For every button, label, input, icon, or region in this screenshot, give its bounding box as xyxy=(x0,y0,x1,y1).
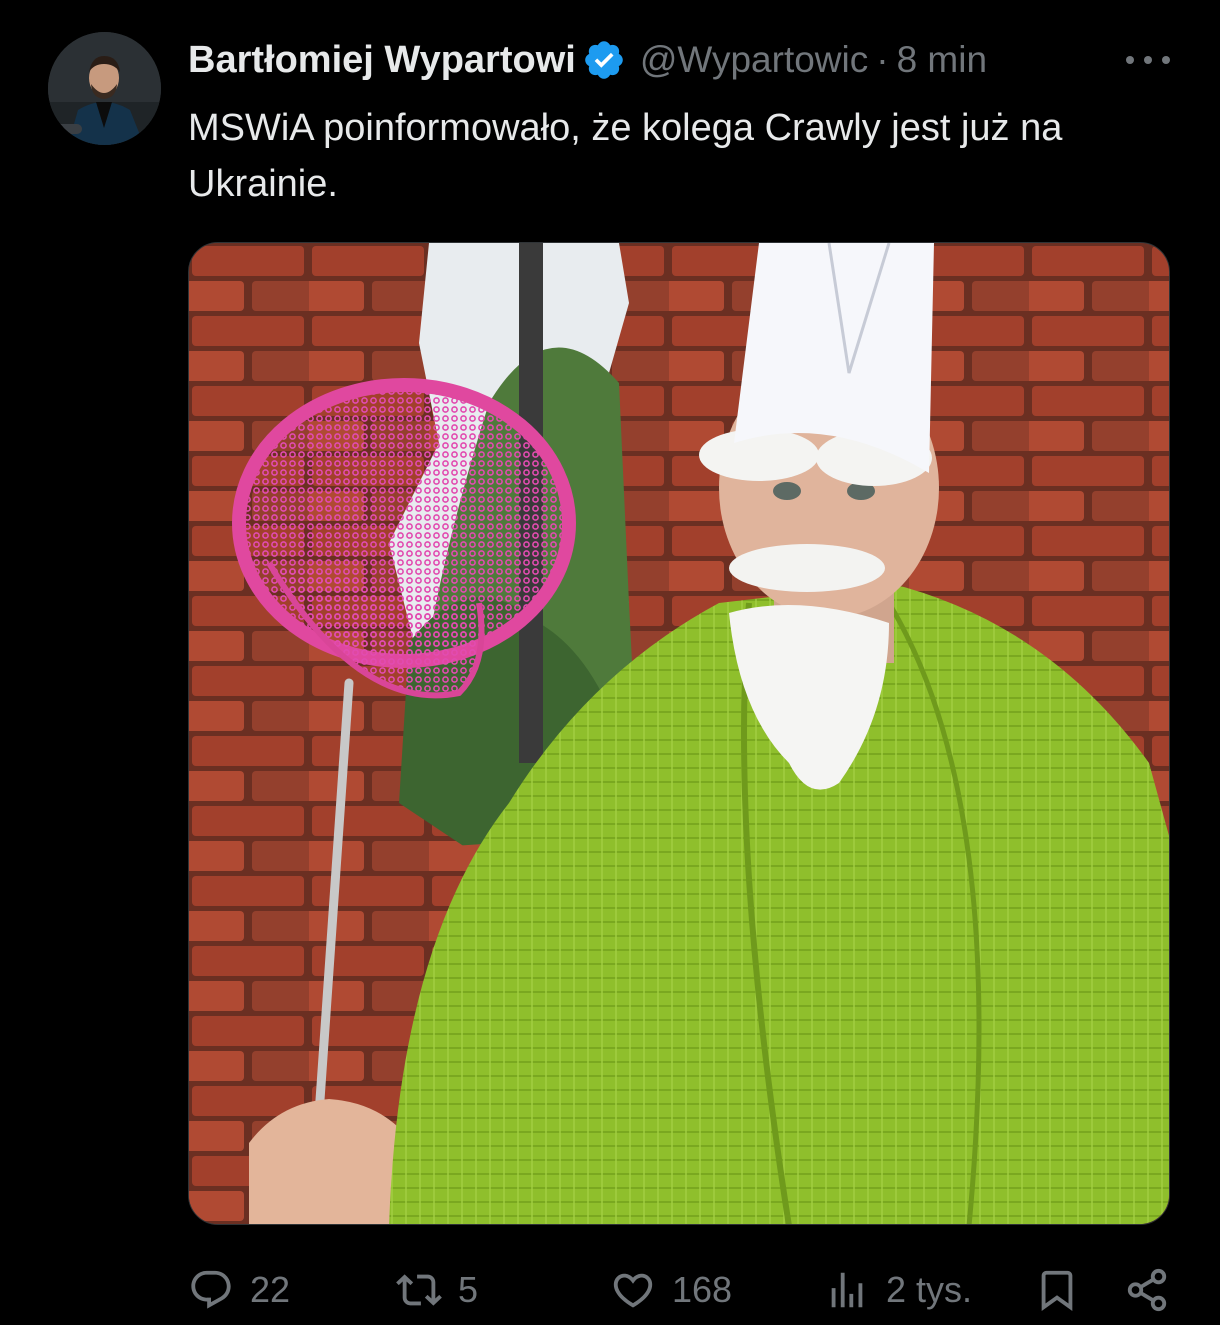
tweet-header: Bartłomiej Wypartowi @Wypartowic · 8 min xyxy=(188,36,1178,84)
separator-dot: · xyxy=(876,39,889,80)
more-dot xyxy=(1144,56,1152,64)
tweet-text: MSWiA poinformowało, że kolega Crawly je… xyxy=(188,107,1063,205)
bookmark-button[interactable] xyxy=(1034,1260,1080,1320)
repost-count: 5 xyxy=(458,1269,479,1310)
reply-button[interactable]: 22 xyxy=(188,1260,290,1320)
more-horizontal-icon[interactable] xyxy=(1126,40,1170,80)
like-count: 168 xyxy=(672,1269,733,1310)
avatar-image xyxy=(48,32,161,145)
share-button[interactable] xyxy=(1124,1260,1170,1320)
reply-count: 22 xyxy=(250,1269,291,1310)
avatar[interactable] xyxy=(48,32,161,145)
bookmark-icon xyxy=(1041,1270,1073,1311)
bar-chart-icon xyxy=(831,1272,863,1308)
repost-arrows-icon xyxy=(396,1274,442,1306)
photo-illustration xyxy=(189,243,1169,1224)
tweet-image[interactable] xyxy=(188,242,1170,1225)
more-dot xyxy=(1162,56,1170,64)
verified-badge-icon[interactable] xyxy=(582,38,626,82)
share-icon xyxy=(1127,1268,1167,1312)
timestamp[interactable]: 8 min xyxy=(897,39,987,81)
views-count: 2 tys. xyxy=(886,1269,973,1310)
more-dot xyxy=(1126,56,1134,64)
reply-bubble-icon xyxy=(191,1270,231,1309)
author-handle[interactable]: @Wypartowic xyxy=(640,39,868,81)
heart-icon xyxy=(613,1273,653,1308)
author-name[interactable]: Bartłomiej Wypartowi xyxy=(188,39,576,82)
tweet-actions: 22 5 168 2 tys. xyxy=(188,1260,1178,1320)
repost-button[interactable]: 5 xyxy=(396,1260,478,1320)
like-button[interactable]: 168 xyxy=(610,1260,732,1320)
views-button[interactable]: 2 tys. xyxy=(824,1260,972,1320)
